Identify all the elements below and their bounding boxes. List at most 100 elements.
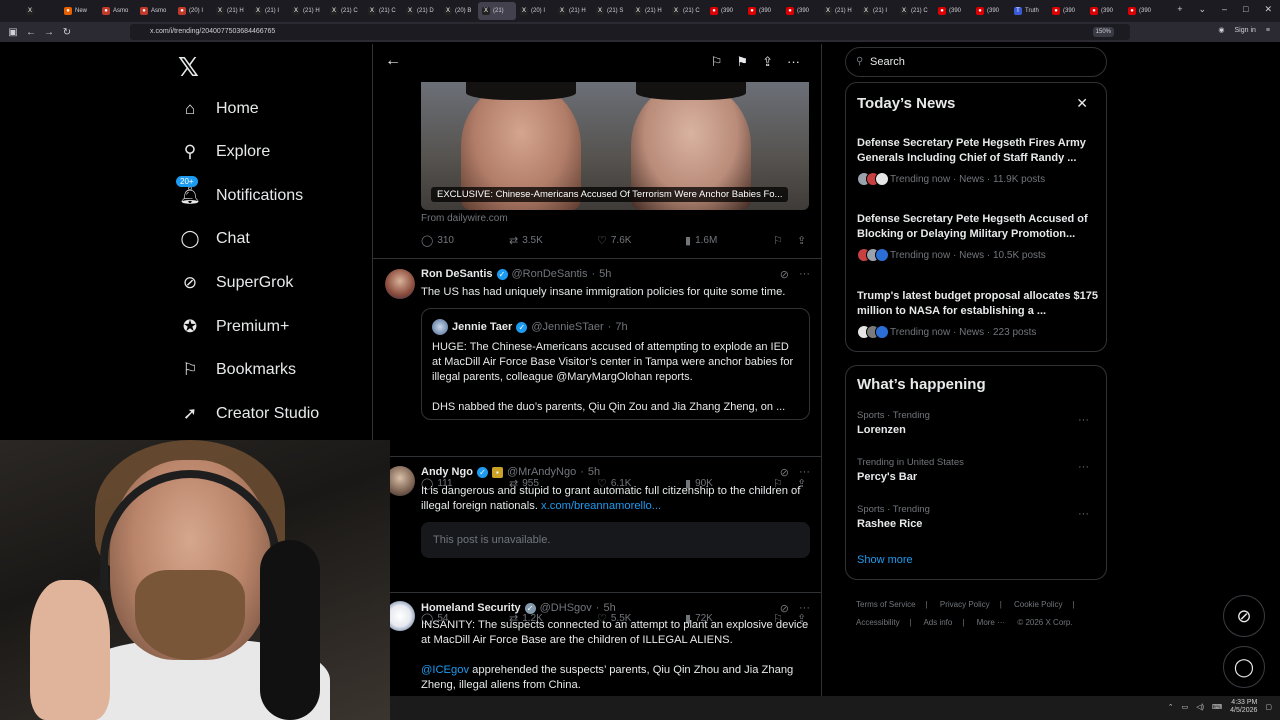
share-button[interactable]: ⇪ (797, 234, 806, 247)
browser-tab[interactable]: X (21) I (250, 2, 288, 20)
avatar[interactable] (385, 269, 415, 299)
sidebar-item-premium[interactable]: ✪ Premium+ (180, 314, 289, 340)
browser-tab[interactable]: ● (390 (1086, 2, 1124, 20)
maximize-icon[interactable]: □ (1243, 4, 1248, 15)
x-logo-icon[interactable]: 𝕏 (178, 52, 199, 83)
browser-tab[interactable]: ● (390 (1124, 2, 1162, 20)
browser-tab[interactable]: ● (20) I (174, 2, 212, 20)
reload-icon[interactable]: ↻ (58, 27, 76, 38)
tab-list-icon[interactable]: ⌄ (1198, 4, 1206, 15)
browser-tab[interactable]: X (21) C (326, 2, 364, 20)
article-source[interactable]: From dailywire.com (421, 213, 508, 224)
footer-link[interactable]: More ··· (977, 618, 1005, 627)
browser-tab[interactable]: T Truth (1010, 2, 1048, 20)
news-item[interactable]: Defense Secretary Pete Hegseth Accused o… (857, 212, 1099, 262)
browser-tab[interactable]: ● (390 (782, 2, 820, 20)
back-arrow-icon[interactable]: ← (385, 52, 401, 70)
browser-tab[interactable]: X (21) S (592, 2, 630, 20)
more-icon[interactable]: ··· (787, 54, 800, 70)
browser-tab[interactable]: X (21) H (288, 2, 326, 20)
grok-icon[interactable]: ⊘ (780, 602, 789, 615)
views-button[interactable]: ▮ 1.6M (685, 234, 717, 247)
close-window-icon[interactable]: ✕ (1264, 4, 1272, 15)
footer-link[interactable]: Ads info (923, 618, 952, 627)
sidebar-toggle-icon[interactable]: ▣ (4, 27, 22, 38)
notification-center-icon[interactable]: ▢ (1265, 703, 1272, 711)
post-link[interactable]: x.com/breannamorello... (541, 500, 661, 512)
messages-fab-button[interactable]: ◯ (1223, 646, 1265, 688)
browser-tab[interactable]: ● (390 (744, 2, 782, 20)
account-icon[interactable]: ◉ (1218, 26, 1224, 34)
more-icon[interactable]: ··· (1078, 414, 1089, 426)
repost-button[interactable]: ⇄ 3.5K (509, 234, 543, 247)
sidebar-item-bookmarks[interactable]: ⚐ Bookmarks (180, 357, 296, 383)
browser-tab[interactable]: X (21) H (820, 2, 858, 20)
author-handle[interactable]: @RonDeSantis (512, 268, 588, 280)
footer-link[interactable]: Privacy Policy (940, 600, 990, 609)
volume-icon[interactable]: ◁) (1196, 703, 1204, 711)
sign-in-label[interactable]: Sign in (1235, 27, 1256, 34)
article-image[interactable]: EXCLUSIVE: Chinese-Americans Accused Of … (421, 82, 809, 210)
more-icon[interactable]: ··· (799, 602, 810, 615)
clock[interactable]: 4:33 PM 4/5/2026 (1230, 699, 1257, 715)
browser-tab[interactable]: ● New (60, 2, 98, 20)
tray-arrow-icon[interactable]: ⌃ (1168, 703, 1174, 711)
post-time[interactable]: 5h (599, 268, 611, 280)
trend-item[interactable]: Sports · Trending Lorenzen ··· (857, 410, 1099, 436)
author-name[interactable]: Andy Ngo (421, 466, 473, 478)
address-bar[interactable]: x.com/i/trending/2040077503684466765 150… (130, 24, 1130, 40)
bookmark-button[interactable]: ⚐ (773, 234, 783, 247)
browser-tab[interactable]: ● Asmo (98, 2, 136, 20)
author-handle[interactable]: @DHSgov (540, 602, 592, 614)
browser-tab[interactable]: X (21) C (668, 2, 706, 20)
browser-tab[interactable]: X (21) D (402, 2, 440, 20)
close-icon[interactable]: ✕ (1076, 95, 1088, 112)
browser-tab[interactable]: ● (390 (972, 2, 1010, 20)
browser-tab[interactable]: ● (390 (1048, 2, 1086, 20)
browser-tab[interactable]: X (20) B (440, 2, 478, 20)
post-time[interactable]: 5h (588, 466, 600, 478)
grok-icon[interactable]: ⊘ (780, 466, 789, 479)
back-icon[interactable]: ← (22, 27, 40, 38)
author-handle[interactable]: @MrAndyNgo (507, 466, 576, 478)
reply-button[interactable]: ◯ 310 (421, 234, 454, 247)
more-icon[interactable]: ··· (799, 466, 810, 479)
browser-tab[interactable]: X (21) C (896, 2, 934, 20)
trend-item[interactable]: Sports · Trending Rashee Rice ··· (857, 504, 1099, 530)
show-more-link[interactable]: Show more (857, 554, 913, 566)
menu-icon[interactable]: ≡ (1266, 27, 1270, 34)
network-icon[interactable]: ▭ (1182, 703, 1189, 711)
zoom-level[interactable]: 150% (1092, 27, 1114, 37)
news-item[interactable]: Defense Secretary Pete Hegseth Fires Arm… (857, 136, 1099, 186)
browser-tab[interactable]: X (21) H (554, 2, 592, 20)
browser-tab[interactable]: X (21) H (630, 2, 668, 20)
like-button[interactable]: ♡ 7.6K (597, 234, 631, 247)
grok-icon[interactable]: ⊘ (780, 268, 789, 281)
footer-link[interactable]: Cookie Policy (1014, 600, 1062, 609)
author-name[interactable]: Homeland Security (421, 602, 521, 614)
sidebar-item-home[interactable]: ⌂ Home (180, 96, 259, 122)
sidebar-item-chat[interactable]: ◯ Chat (180, 226, 249, 252)
news-item[interactable]: Trump's latest budget proposal allocates… (857, 289, 1099, 339)
mention-link[interactable]: @ICEgov (421, 664, 469, 676)
browser-tab[interactable]: X (21) I (858, 2, 896, 20)
more-icon[interactable]: ··· (1078, 461, 1089, 473)
new-tab-icon[interactable]: + (1177, 4, 1182, 15)
grok-fab-button[interactable]: ⊘ (1223, 595, 1265, 637)
sidebar-item-creator-studio[interactable]: ➚ Creator Studio (180, 401, 319, 427)
footer-link[interactable]: Accessibility (856, 618, 900, 627)
minimize-icon[interactable]: – (1222, 4, 1227, 15)
trend-item[interactable]: Trending in United States Percy's Bar ··… (857, 457, 1099, 483)
post-time[interactable]: 5h (603, 602, 615, 614)
more-icon[interactable]: ··· (1078, 508, 1089, 520)
browser-tab[interactable]: ● (390 (934, 2, 972, 20)
author-name[interactable]: Ron DeSantis (421, 268, 493, 280)
forward-icon[interactable]: → (40, 27, 58, 38)
share-icon[interactable]: ⇪ (762, 54, 773, 70)
more-icon[interactable]: ··· (799, 268, 810, 281)
browser-tab[interactable]: X (21) H (212, 2, 250, 20)
sidebar-item-notifications[interactable]: 🔔︎ 20+ Notifications (176, 176, 303, 209)
sidebar-item-supergrok[interactable]: ⊘ SuperGrok (180, 270, 294, 296)
flag-icon[interactable]: ⚑ (736, 54, 748, 70)
browser-tab[interactable]: X (22, 2, 60, 20)
